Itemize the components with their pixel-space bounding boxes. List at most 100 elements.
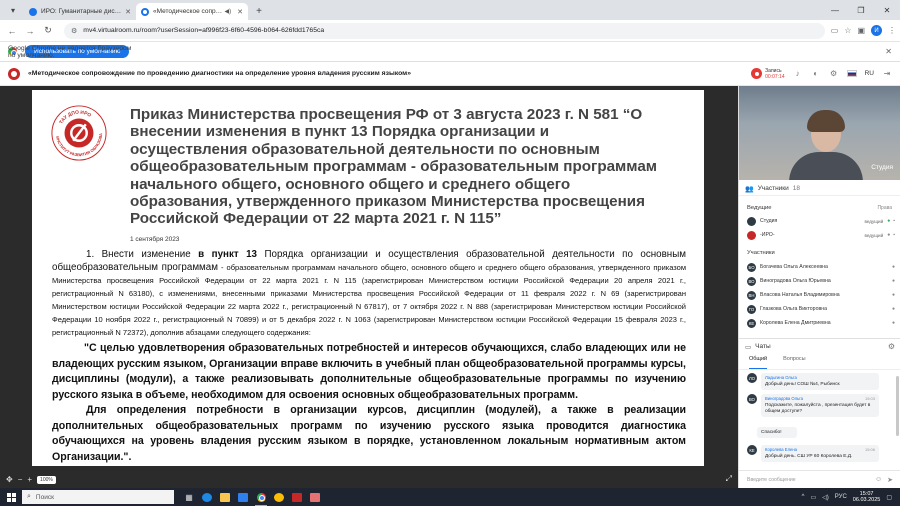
forward-icon[interactable]: → (22, 23, 38, 39)
mic-icon: ● (891, 264, 895, 270)
tab-iro[interactable]: ИРО: Гуманитарные дисципл... ✕ (24, 3, 136, 20)
windows-taskbar: ⌕ Поиск ▦ ^ ▭ ◁) РУС 15:07 06.03.2025 ▢ (0, 488, 900, 506)
close-tab-icon[interactable]: ✕ (237, 8, 243, 16)
zoom-out-icon[interactable]: − (18, 475, 23, 484)
browser-tab-strip: ▾ ИРО: Гуманитарные дисципл... ✕ «Методи… (0, 0, 900, 20)
back-icon[interactable]: ← (4, 23, 20, 39)
presenter-video[interactable]: Студия (739, 86, 900, 180)
zoom-in-icon[interactable]: + (27, 475, 32, 484)
cast-icon[interactable]: ▭ (831, 26, 839, 35)
participant-row[interactable]: КЕ Королева Елена Дмитриевна ● (747, 317, 895, 329)
record-icon (751, 68, 763, 79)
header-controls: Запись 00:07:14 ♪ ◐ ⚙ RU ⇥ (751, 68, 892, 80)
mic-icon: ● (891, 320, 895, 326)
avatar: ВО (747, 394, 757, 404)
russian-flag-icon[interactable] (846, 70, 857, 77)
tab-virtualroom[interactable]: «Методическое сопрово... ◀) ✕ (136, 3, 248, 20)
participants-header[interactable]: 👥 Участники 18 (739, 182, 900, 196)
zoom-controls: ✥ − + 100% (6, 475, 56, 484)
language-selector[interactable]: RU (865, 70, 874, 77)
chat-header[interactable]: ▭ Чаты ⚙ (739, 338, 900, 354)
site-favicon-icon (141, 7, 149, 16)
microphone-icon[interactable]: ♪ (793, 69, 803, 79)
right-panel: Студия 👥 Участники 18 Ведущие Права Студ… (738, 86, 900, 488)
settings-gear-icon[interactable]: ⚙ (829, 69, 839, 79)
paragraph-quote-2: Для определения потребности в организаци… (52, 404, 686, 463)
camera-icon: ▪ (893, 232, 895, 238)
document-date: 1 сентября 2023 (130, 236, 180, 243)
webinar-title: «Методическое сопровождение по проведени… (28, 70, 411, 77)
mic-icon: ● (891, 306, 895, 312)
chat-settings-gear-icon[interactable]: ⚙ (888, 342, 895, 351)
close-banner-icon[interactable]: ✕ (885, 47, 892, 56)
tab-questions[interactable]: Вопросы (783, 356, 806, 369)
mic-icon: ● (891, 292, 895, 298)
url-input[interactable]: ⚙ mv4.virtualroom.ru/room?userSession=af… (64, 22, 825, 39)
mic-on-icon: ● (887, 218, 891, 224)
bookmark-star-icon[interactable]: ☆ (844, 26, 851, 35)
menu-kebab-icon[interactable]: ⋮ (888, 26, 896, 35)
participants-icon: 👥 (745, 185, 754, 193)
search-icon: ⌕ (27, 493, 31, 500)
app-header: «Методическое сопровождение по проведени… (0, 62, 900, 86)
volume-icon[interactable]: ◐ (811, 69, 821, 79)
default-browser-banner: Google Chrome не является браузером по у… (0, 42, 900, 62)
participant-row[interactable]: Студия ведущий ● ▪ (747, 215, 895, 227)
paragraph-amendment: 1. Внести изменение в пункт 13 Порядка о… (52, 249, 686, 337)
start-button[interactable] (0, 488, 22, 506)
tab-search-icon[interactable]: ▾ (4, 2, 22, 18)
speaker-icon[interactable]: ◀) (225, 8, 232, 15)
volume-icon[interactable]: ◁) (822, 494, 829, 501)
presentation-slide: ТАУ ДПО ИРО ИНСТИТУТ РАЗВИТИЯ ОБРАЗОВАНИ… (32, 90, 704, 466)
avatar: КЕ (747, 318, 756, 328)
video-label: Студия (871, 164, 893, 171)
emoji-icon[interactable]: ☺ (875, 476, 882, 483)
minimize-icon[interactable]: — (822, 6, 848, 15)
chat-message: КЕ 15:06 Королева Елена Добрый день. СШ … (747, 445, 879, 462)
maximize-icon[interactable]: ❐ (848, 6, 874, 15)
taskbar-search-input[interactable]: ⌕ Поиск (22, 490, 174, 504)
participant-row[interactable]: ГО Глазкова Ольга Викторовна ● (747, 303, 895, 315)
notifications-icon[interactable]: ▢ (886, 494, 892, 501)
network-icon[interactable]: ▭ (810, 494, 816, 501)
avatar: ЛО (747, 373, 757, 383)
profile-avatar[interactable]: И (871, 25, 882, 36)
chrome-icon[interactable] (252, 488, 270, 506)
extensions-icon[interactable]: ▣ (857, 26, 865, 35)
file-explorer-icon[interactable] (216, 488, 234, 506)
app-icon[interactable] (288, 488, 306, 506)
close-window-icon[interactable]: ✕ (874, 6, 900, 15)
avatar: ГО (747, 304, 756, 314)
chevron-up-icon[interactable]: ^ (802, 494, 805, 500)
document-body: 1. Внести изменение в пункт 13 Порядка о… (52, 248, 686, 465)
send-icon[interactable]: ➤ (887, 476, 893, 484)
tab-general[interactable]: Общий (749, 356, 768, 369)
edge-icon[interactable] (198, 488, 216, 506)
chat-input[interactable]: Введите сообщение ☺ ➤ (739, 470, 900, 488)
recording-indicator[interactable]: Запись 00:07:14 (751, 68, 785, 80)
site-info-icon[interactable]: ⚙ (71, 27, 77, 35)
task-view-icon[interactable]: ▦ (180, 488, 198, 506)
zoom-level[interactable]: 100% (37, 475, 56, 484)
close-tab-icon[interactable]: ✕ (125, 8, 131, 16)
new-tab-button[interactable]: + (252, 4, 266, 18)
keyboard-language[interactable]: РУС (835, 494, 847, 500)
fullscreen-icon[interactable]: ⤢ (726, 474, 732, 484)
participant-row[interactable]: -ИРО- ведущий ● ▪ (747, 229, 895, 241)
move-icon[interactable]: ✥ (6, 475, 13, 484)
clock[interactable]: 15:07 06.03.2025 (853, 491, 881, 504)
presentation-stage: ТАУ ДПО ИРО ИНСТИТУТ РАЗВИТИЯ ОБРАЗОВАНИ… (0, 86, 738, 488)
avatar: КЕ (747, 445, 757, 455)
system-tray: ^ ▭ ◁) РУС 15:07 06.03.2025 ▢ (802, 491, 900, 504)
avatar (747, 216, 756, 226)
participant-row[interactable]: ВО Виноградова Ольга Юрьевна ● (747, 275, 895, 287)
participant-row[interactable]: ВН Власова Наталья Владимировна ● (747, 289, 895, 301)
chat-scrollbar[interactable] (896, 376, 899, 436)
institute-seal-logo: ТАУ ДПО ИРО ИНСТИТУТ РАЗВИТИЯ ОБРАЗОВАНИ… (50, 104, 107, 161)
participant-row[interactable]: БО Богачева Ольга Алексеевна ● (747, 261, 895, 273)
photos-icon[interactable] (306, 488, 324, 506)
yandex-icon[interactable] (270, 488, 288, 506)
reload-icon[interactable]: ↻ (40, 23, 56, 39)
store-icon[interactable] (234, 488, 252, 506)
exit-icon[interactable]: ⇥ (882, 69, 892, 79)
